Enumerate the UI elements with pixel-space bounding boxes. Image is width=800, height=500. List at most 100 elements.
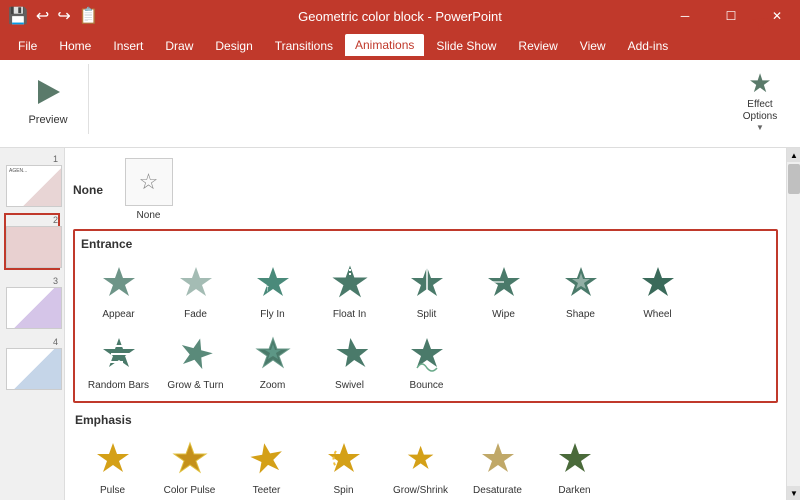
anim-none[interactable]: ☆ None: [111, 156, 186, 223]
slide-thumb-3[interactable]: 3: [4, 274, 60, 331]
anim-swivel[interactable]: Swivel: [312, 326, 387, 395]
emphasis-title: Emphasis: [75, 413, 776, 427]
none-label: None: [73, 183, 103, 197]
fade-label: Fade: [184, 309, 207, 320]
slide-num-1: 1: [6, 154, 58, 164]
customize-icon[interactable]: 📋: [79, 6, 99, 26]
wheel-icon: [634, 259, 682, 307]
anim-zoom[interactable]: Zoom: [235, 326, 310, 395]
scroll-track: [787, 162, 800, 486]
anim-floatin[interactable]: Float In: [312, 255, 387, 324]
effect-options-label: EffectOptions: [743, 99, 777, 123]
effect-options-arrow: ▼: [756, 123, 764, 132]
appear-icon: [95, 259, 143, 307]
flyin-label: Fly In: [260, 309, 284, 320]
growshrink-label: Grow/Shrink: [393, 485, 448, 496]
effect-options-group: ★ EffectOptions ▼ ➤: [720, 64, 800, 136]
randombars-label: Random Bars: [88, 380, 149, 391]
pulse-label: Pulse: [100, 485, 125, 496]
zoom-icon: [249, 330, 297, 378]
spin-icon: [320, 435, 368, 483]
preview-icon: [28, 72, 68, 112]
anim-bounce[interactable]: Bounce: [389, 326, 464, 395]
anim-desaturate[interactable]: Desaturate: [460, 431, 535, 500]
menu-home[interactable]: Home: [49, 35, 101, 57]
desaturate-label: Desaturate: [473, 485, 522, 496]
redo-icon[interactable]: ↪: [57, 6, 70, 26]
anim-flyin[interactable]: ↑ Fly In: [235, 255, 310, 324]
slide-preview-3: [6, 287, 62, 329]
darken-icon: [551, 435, 599, 483]
anim-colorpulse[interactable]: Color Pulse: [152, 431, 227, 500]
scroll-up-button[interactable]: ▲: [787, 148, 800, 162]
swivel-icon: [326, 330, 374, 378]
pulse-icon: [89, 435, 137, 483]
menu-draw[interactable]: Draw: [155, 35, 203, 57]
anim-wheel[interactable]: Wheel: [620, 255, 695, 324]
floatin-icon: [326, 259, 374, 307]
emphasis-row-1: Pulse Color Pulse Teeter: [75, 431, 776, 500]
menu-insert[interactable]: Insert: [103, 35, 153, 57]
shape-icon: [557, 259, 605, 307]
slide-preview-4: [6, 348, 62, 390]
anim-randombars[interactable]: Random Bars: [81, 326, 156, 395]
entrance-title: Entrance: [81, 237, 770, 251]
scroll-bar: ▲ ▼: [786, 148, 800, 500]
menu-view[interactable]: View: [570, 35, 616, 57]
menu-review[interactable]: Review: [508, 35, 567, 57]
anim-spin[interactable]: Spin: [306, 431, 381, 500]
shape-label: Shape: [566, 309, 595, 320]
floatin-label: Float In: [333, 309, 366, 320]
menu-design[interactable]: Design: [205, 35, 262, 57]
appear-label: Appear: [102, 309, 134, 320]
animation-panel: None ☆ None Entrance Appear: [65, 148, 786, 500]
anim-split[interactable]: Split: [389, 255, 464, 324]
darken-label: Darken: [558, 485, 590, 496]
anim-shape[interactable]: Shape: [543, 255, 618, 324]
slide-panel: 1 AGEN... 2 3 4: [0, 148, 65, 500]
preview-button[interactable]: Preview: [20, 68, 76, 130]
preview-label: Preview: [28, 114, 67, 126]
anim-wipe[interactable]: Wipe: [466, 255, 541, 324]
none-icon: ☆: [125, 158, 173, 206]
anim-darken[interactable]: Darken: [537, 431, 612, 500]
menu-file[interactable]: File: [8, 35, 47, 57]
anim-fade[interactable]: Fade: [158, 255, 233, 324]
desaturate-icon: [474, 435, 522, 483]
save-icon[interactable]: 💾: [8, 6, 28, 26]
wipe-icon: [480, 259, 528, 307]
anim-teeter[interactable]: Teeter: [229, 431, 304, 500]
slide-num-4: 4: [6, 337, 58, 347]
randombars-icon: [95, 330, 143, 378]
anim-growturn[interactable]: Grow & Turn: [158, 326, 233, 395]
bounce-icon: [403, 330, 451, 378]
anim-pulse[interactable]: Pulse: [75, 431, 150, 500]
anim-appear[interactable]: Appear: [81, 255, 156, 324]
quick-access-toolbar: 💾 ↩ ↪ 📋: [8, 6, 99, 26]
menu-transitions[interactable]: Transitions: [265, 35, 343, 57]
effect-options-icon: ★: [748, 68, 771, 99]
swivel-label: Swivel: [335, 380, 364, 391]
none-section: None ☆ None: [73, 156, 778, 223]
scroll-thumb[interactable]: [788, 164, 800, 194]
undo-icon[interactable]: ↩: [36, 6, 49, 26]
none-item-label: None: [137, 210, 161, 221]
slide-thumb-4[interactable]: 4: [4, 335, 60, 392]
slide-preview-1: AGEN...: [6, 165, 62, 207]
anim-growshrink[interactable]: Grow/Shrink: [383, 431, 458, 500]
split-label: Split: [417, 309, 436, 320]
menu-addins[interactable]: Add-ins: [618, 35, 679, 57]
flyin-icon: ↑: [249, 259, 297, 307]
minimize-button[interactable]: ─: [662, 0, 708, 32]
menu-animations[interactable]: Animations: [345, 34, 424, 58]
growturn-icon: [172, 330, 220, 378]
colorpulse-label: Color Pulse: [164, 485, 216, 496]
menu-slideshow[interactable]: Slide Show: [426, 35, 506, 57]
colorpulse-icon: [166, 435, 214, 483]
split-icon: [403, 259, 451, 307]
title-bar: 💾 ↩ ↪ 📋 Geometric color block - PowerPoi…: [0, 0, 800, 32]
slide-thumb-1[interactable]: 1 AGEN...: [4, 152, 60, 209]
slide-thumb-2[interactable]: 2: [4, 213, 60, 270]
scroll-down-button[interactable]: ▼: [787, 486, 800, 500]
slide-preview-2: [6, 226, 62, 268]
